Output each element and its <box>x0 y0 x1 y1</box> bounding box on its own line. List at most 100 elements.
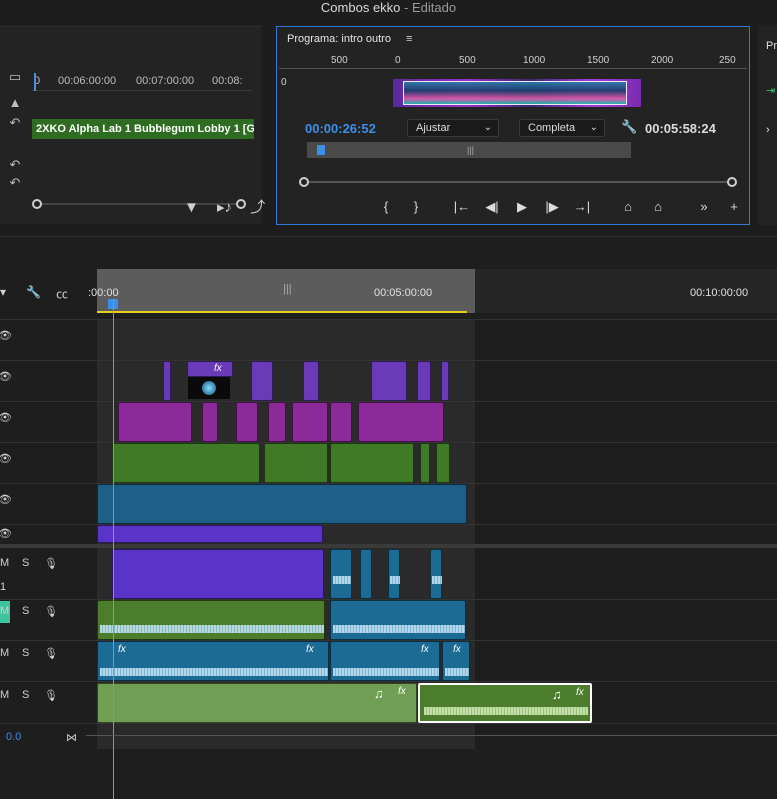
program-title[interactable]: Programa: intro outro <box>287 33 391 45</box>
source-clip[interactable]: 2XKO Alpha Lab 1 Bubblegum Lobby 1 [G <box>32 119 254 139</box>
undo-icon[interactable]: ↶ <box>6 157 24 173</box>
video-audio-divider[interactable] <box>0 544 777 548</box>
program-video-frame[interactable] <box>393 79 641 107</box>
video-clip[interactable] <box>112 443 260 483</box>
quality-dropdown[interactable]: Completa ⌄ <box>519 119 605 137</box>
right-panel-title[interactable]: Pr <box>766 40 777 52</box>
step-forward-button[interactable]: |▶ <box>537 199 567 215</box>
eye-icon[interactable]: 👁 <box>0 411 12 424</box>
timeline-playhead[interactable] <box>113 299 114 799</box>
video-clip[interactable] <box>436 443 450 483</box>
wrench-icon[interactable]: 🔧 <box>621 119 637 135</box>
step-back-button[interactable]: ◀| <box>477 199 507 215</box>
video-clip[interactable] <box>163 361 171 401</box>
audio-clip[interactable] <box>330 600 466 640</box>
mark-out-button[interactable]: } <box>401 199 431 214</box>
insert-icon[interactable]: ⇥ <box>766 84 775 97</box>
panel-menu-icon[interactable]: ≡ <box>406 33 412 45</box>
video-clip[interactable] <box>330 443 414 483</box>
video-clip[interactable] <box>268 402 286 442</box>
audio-clip[interactable] <box>360 549 372 599</box>
lift-button[interactable]: ⌂ <box>613 199 643 214</box>
solo-button[interactable]: S <box>22 647 29 659</box>
source-time-ruler[interactable]: 0 00:06:00:00 00:07:00:00 00:08: <box>32 71 252 91</box>
extract-button[interactable]: ⌂ <box>643 199 673 214</box>
more-button[interactable]: » <box>689 199 719 214</box>
fit-dropdown[interactable]: Ajustar ⌄ <box>407 119 499 137</box>
video-clip[interactable] <box>330 402 352 442</box>
microphone-icon[interactable]: 🎙 <box>44 647 58 660</box>
chevron-right-icon[interactable]: › <box>766 124 770 136</box>
eye-icon[interactable]: 👁 <box>0 527 12 540</box>
video-clip[interactable] <box>420 443 430 483</box>
microphone-icon[interactable]: 🎙 <box>44 605 58 618</box>
program-ruler-tick: 250 <box>719 55 736 66</box>
audio-clip[interactable]: fx fx <box>97 641 329 681</box>
video-clip[interactable] <box>97 525 323 543</box>
quality-dropdown-value: Completa <box>528 122 576 134</box>
export-icon[interactable]: ⤴ <box>250 199 265 216</box>
undo-icon[interactable]: ↶ <box>6 175 24 191</box>
go-to-out-button[interactable]: →| <box>567 199 597 214</box>
video-clip[interactable] <box>358 402 444 442</box>
audio-clip-selected[interactable]: ♫ fx <box>418 683 592 723</box>
eye-icon[interactable]: 👁 <box>0 329 12 342</box>
scroll-handle-left[interactable] <box>32 199 42 209</box>
wrench-icon[interactable]: 🔧 <box>26 285 41 299</box>
mute-button[interactable]: M <box>0 689 9 701</box>
video-clip[interactable] <box>371 361 407 401</box>
video-clip[interactable] <box>292 402 328 442</box>
timeline-scrollbar[interactable] <box>86 735 777 736</box>
program-ruler[interactable]: 500 0 500 1000 1500 2000 250 <box>279 55 747 69</box>
video-clip[interactable] <box>417 361 431 401</box>
video-clip[interactable] <box>118 402 192 442</box>
source-side-toolbar: ▭ ▲ ↶ ↶ ↶ <box>0 67 32 207</box>
zoom-icon[interactable]: ⋈ <box>66 731 77 744</box>
captions-icon[interactable]: ㏄ <box>56 285 68 302</box>
eye-icon[interactable]: 👁 <box>0 493 12 506</box>
add-button[interactable]: + <box>719 199 749 214</box>
program-playhead[interactable] <box>317 145 325 155</box>
video-clip[interactable] <box>97 484 467 524</box>
mute-button[interactable]: M <box>0 647 9 659</box>
audio-clip[interactable] <box>330 549 352 599</box>
mute-button[interactable]: M <box>0 605 9 617</box>
video-clip[interactable] <box>441 361 449 401</box>
program-zoom-scrollbar[interactable] <box>299 177 737 187</box>
mark-in-button[interactable]: { <box>371 199 401 214</box>
video-clip[interactable] <box>202 402 218 442</box>
panel-icon[interactable]: ▭ <box>6 69 24 85</box>
eye-icon[interactable]: 👁 <box>0 452 12 465</box>
scroll-handle-right[interactable] <box>727 177 737 187</box>
microphone-icon[interactable]: 🎙 <box>44 557 58 570</box>
mute-button[interactable]: M <box>0 557 9 569</box>
current-timecode[interactable]: 00:00:26:52 <box>305 121 376 136</box>
audio-clip[interactable] <box>388 549 400 599</box>
audio-clip[interactable] <box>430 549 442 599</box>
audio-icon[interactable]: ▸♪ <box>217 199 232 216</box>
audio-clip[interactable]: ♫ fx <box>97 683 417 723</box>
play-button[interactable]: ▶ <box>507 199 537 215</box>
filter-icon[interactable]: ▼ <box>184 199 199 216</box>
audio-clip[interactable]: fx <box>442 641 470 681</box>
source-playhead[interactable] <box>34 73 36 91</box>
solo-button[interactable]: S <box>22 557 29 569</box>
audio-clip[interactable] <box>112 549 324 599</box>
solo-button[interactable]: S <box>22 605 29 617</box>
microphone-icon[interactable]: 🎙 <box>44 689 58 702</box>
video-clip[interactable] <box>264 443 328 483</box>
audio-clip[interactable]: fx <box>330 641 440 681</box>
video-clip[interactable] <box>251 361 273 401</box>
eye-icon[interactable]: 👁 <box>0 370 12 383</box>
video-clip[interactable]: fx <box>187 361 233 377</box>
video-clip[interactable] <box>236 402 258 442</box>
program-mini-timeline[interactable]: ||| <box>307 142 631 158</box>
undo-icon[interactable]: ↶ <box>6 115 24 131</box>
up-arrow-icon[interactable]: ▲ <box>6 95 24 111</box>
solo-button[interactable]: S <box>22 689 29 701</box>
go-to-in-button[interactable]: |← <box>447 199 477 214</box>
video-clip[interactable] <box>303 361 319 401</box>
marker-icon[interactable]: ▾ <box>0 285 6 299</box>
audio-clip[interactable] <box>97 600 325 640</box>
scroll-handle-left[interactable] <box>299 177 309 187</box>
